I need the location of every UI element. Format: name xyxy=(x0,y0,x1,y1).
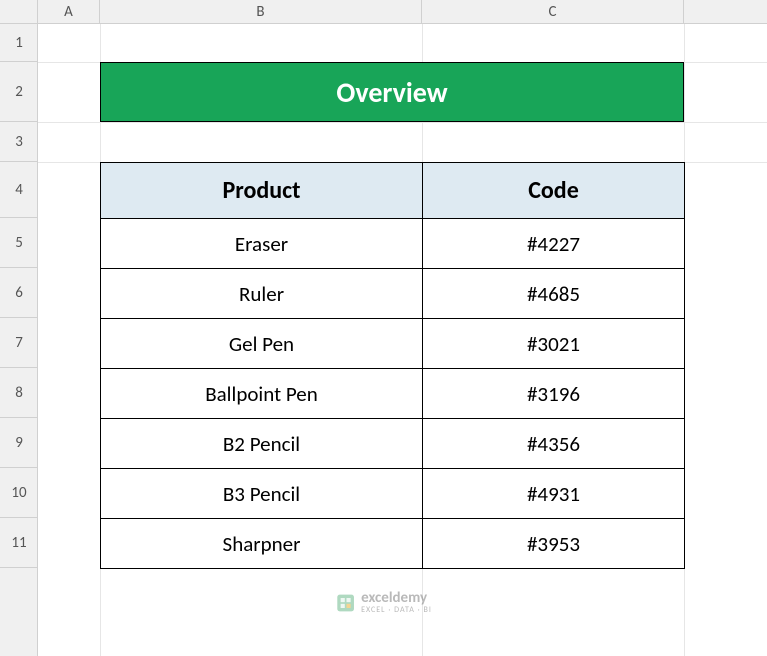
exceldemy-logo-icon xyxy=(335,593,355,613)
column-header-C[interactable]: C xyxy=(422,0,684,24)
watermark-text: exceldemy xyxy=(361,591,432,606)
cell-code[interactable]: #3953 xyxy=(423,519,685,569)
row-header-6[interactable]: 6 xyxy=(0,268,38,318)
overview-title: Overview xyxy=(336,75,447,110)
cell-code[interactable]: #4931 xyxy=(423,469,685,519)
cell-product[interactable]: B2 Pencil xyxy=(101,419,423,469)
header-code[interactable]: Code xyxy=(423,163,685,219)
cell-code[interactable]: #4685 xyxy=(423,269,685,319)
cell-code[interactable]: #4356 xyxy=(423,419,685,469)
table-row: Gel Pen #3021 xyxy=(101,319,685,369)
row-header-1[interactable]: 1 xyxy=(0,24,38,62)
row-header-2[interactable]: 2 xyxy=(0,62,38,122)
select-all-corner[interactable] xyxy=(0,0,38,24)
cell-code[interactable]: #3021 xyxy=(423,319,685,369)
table-row: Eraser #4227 xyxy=(101,219,685,269)
row-header-10[interactable]: 10 xyxy=(0,468,38,518)
gridline xyxy=(38,122,767,123)
column-header-B[interactable]: B xyxy=(100,0,422,24)
cell-product[interactable]: Sharpner xyxy=(101,519,423,569)
column-header-A[interactable]: A xyxy=(38,0,100,24)
cell-code[interactable]: #4227 xyxy=(423,219,685,269)
cell-area[interactable]: Overview Product Code Eraser #4227 Ruler… xyxy=(38,24,767,656)
row-header-5[interactable]: 5 xyxy=(0,218,38,268)
table-row: Ruler #4685 xyxy=(101,269,685,319)
table-row: B2 Pencil #4356 xyxy=(101,419,685,469)
data-table: Product Code Eraser #4227 Ruler #4685 Ge… xyxy=(100,162,685,569)
watermark: exceldemy EXCEL · DATA · BI xyxy=(335,591,432,614)
table-row: Sharpner #3953 xyxy=(101,519,685,569)
row-header-8[interactable]: 8 xyxy=(0,368,38,418)
row-header-7[interactable]: 7 xyxy=(0,318,38,368)
row-header-3[interactable]: 3 xyxy=(0,122,38,162)
row-header-4[interactable]: 4 xyxy=(0,162,38,218)
cell-code[interactable]: #3196 xyxy=(423,369,685,419)
cell-product[interactable]: Gel Pen xyxy=(101,319,423,369)
table-row: B3 Pencil #4931 xyxy=(101,469,685,519)
row-header-9[interactable]: 9 xyxy=(0,418,38,468)
header-product[interactable]: Product xyxy=(101,163,423,219)
spreadsheet-view: A B C 1 2 3 4 5 6 7 8 9 10 11 Overview P… xyxy=(0,0,767,656)
cell-product[interactable]: Ruler xyxy=(101,269,423,319)
overview-banner: Overview xyxy=(100,62,684,122)
cell-product[interactable]: Eraser xyxy=(101,219,423,269)
table-row: Ballpoint Pen #3196 xyxy=(101,369,685,419)
table-header-row: Product Code xyxy=(101,163,685,219)
cell-product[interactable]: B3 Pencil xyxy=(101,469,423,519)
cell-product[interactable]: Ballpoint Pen xyxy=(101,369,423,419)
watermark-tagline: EXCEL · DATA · BI xyxy=(361,606,432,614)
row-header-11[interactable]: 11 xyxy=(0,518,38,568)
